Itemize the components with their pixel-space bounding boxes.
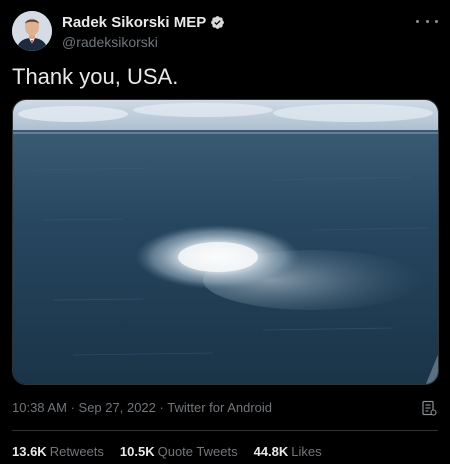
tweet-meta: 10:38 AM · Sep 27, 2022 · Twitter for An… — [12, 400, 272, 415]
tweet-header: Radek Sikorski MEP @radeksikorski — [12, 11, 438, 55]
quote-tweets-count: 10.5K — [119, 444, 155, 459]
quote-tweets-label: Quote Tweets — [157, 444, 238, 459]
quote-tweets-stat[interactable]: 10.5K Quote Tweets — [120, 444, 238, 459]
analytics-icon[interactable] — [421, 400, 437, 416]
retweets-label: Retweets — [49, 444, 104, 459]
author-handle[interactable]: @radeksikorski — [62, 34, 225, 50]
tweet-image[interactable] — [12, 99, 439, 385]
tweet-stats: 13.6K Retweets 10.5K Quote Tweets 44.8K Lik… — [12, 444, 338, 459]
meta-separator-1: · — [70, 400, 75, 415]
display-name[interactable]: Radek Sikorski MEP — [62, 14, 206, 31]
avatar[interactable] — [12, 11, 52, 51]
divider — [12, 430, 438, 431]
retweets-count: 13.6K — [12, 444, 47, 459]
tweet-time[interactable]: 10:38 AM — [12, 400, 67, 415]
likes-stat[interactable]: 44.8K Likes — [254, 444, 322, 459]
likes-count: 44.8K — [253, 444, 289, 459]
verified-badge-icon — [211, 15, 225, 29]
retweets-stat[interactable]: 13.6K Retweets — [12, 444, 104, 459]
meta-separator-2: · — [159, 400, 164, 415]
tweet-text: Thank you, USA. — [12, 64, 179, 89]
more-options-icon[interactable] — [416, 13, 438, 29]
author-names: Radek Sikorski MEP @radeksikorski — [62, 13, 225, 50]
tweet-source[interactable]: Twitter for Android — [167, 400, 272, 415]
tweet-date[interactable]: Sep 27, 2022 — [79, 400, 156, 415]
name-row: Radek Sikorski MEP — [62, 13, 225, 31]
likes-label: Likes — [291, 444, 322, 459]
